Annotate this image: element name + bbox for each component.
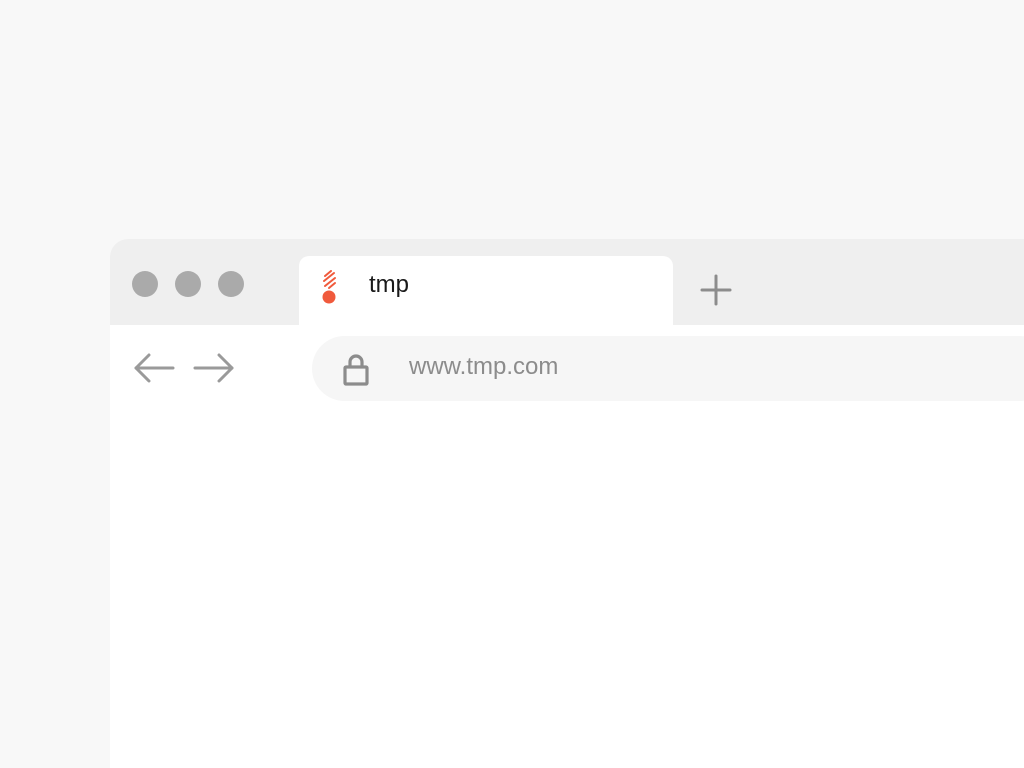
url-text: www.tmp.com bbox=[409, 353, 559, 380]
window-maximize-button[interactable] bbox=[218, 271, 244, 297]
arrow-left-icon[interactable] bbox=[132, 350, 176, 386]
window-close-button[interactable] bbox=[132, 271, 158, 297]
tab-title: tmp bbox=[369, 271, 410, 298]
navigation-buttons bbox=[132, 350, 236, 386]
tab-strip: tmp bbox=[110, 239, 1024, 325]
window-minimize-button[interactable] bbox=[175, 271, 201, 297]
tab-tmp[interactable]: tmp bbox=[299, 256, 673, 325]
address-bar[interactable]: www.tmp.com bbox=[312, 336, 1024, 401]
window-controls bbox=[132, 271, 244, 297]
favicon-icon bbox=[322, 270, 336, 304]
browser-window: tmp www.tmp.com bbox=[110, 239, 1024, 768]
plus-icon[interactable] bbox=[699, 273, 733, 307]
arrow-right-icon[interactable] bbox=[192, 350, 236, 386]
lock-icon bbox=[343, 354, 369, 386]
